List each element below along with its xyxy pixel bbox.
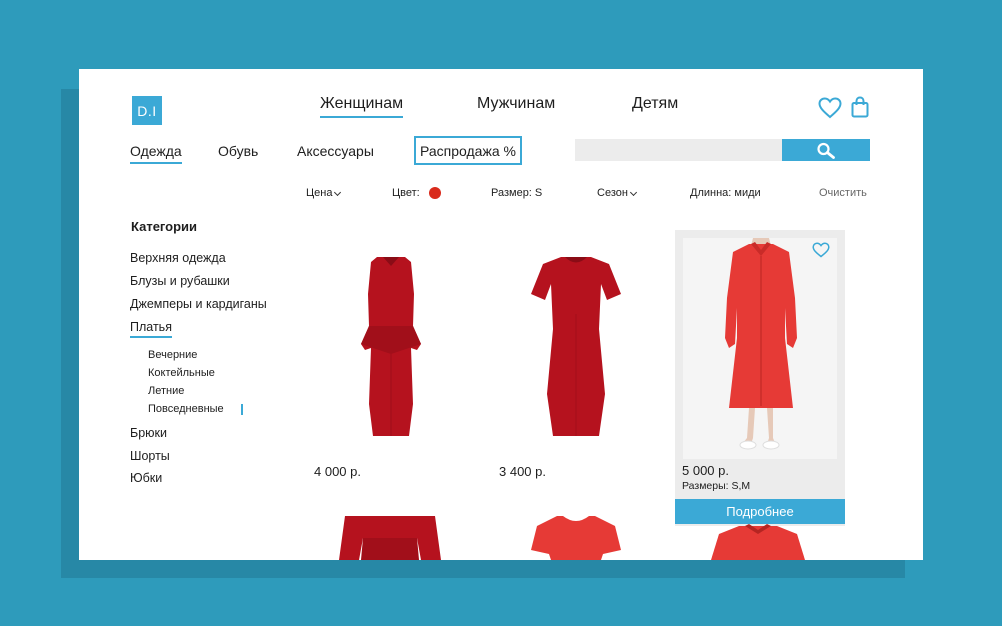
- filter-size[interactable]: Размер: S: [491, 187, 542, 199]
- main-nav-women[interactable]: Женщинам: [320, 95, 404, 118]
- sub-nav-shoes[interactable]: Обувь: [218, 143, 258, 162]
- active-subcategory-marker: [241, 404, 243, 415]
- category-trousers[interactable]: Брюки: [130, 426, 167, 440]
- subcategory-casual[interactable]: Повседневные: [148, 403, 224, 415]
- favorites-heart-icon[interactable]: [818, 97, 842, 119]
- search-icon: [817, 142, 835, 159]
- main-nav-men[interactable]: Мужчинам: [477, 95, 555, 116]
- sub-nav-clothing[interactable]: Одежда: [130, 143, 182, 164]
- category-outerwear[interactable]: Верхняя одежда: [130, 251, 226, 265]
- clear-filters-link[interactable]: Очистить: [819, 187, 867, 199]
- product-image-sheath-dress[interactable]: [527, 254, 625, 439]
- sub-nav-accessories[interactable]: Аксессуары: [297, 143, 374, 162]
- details-button[interactable]: Подробнее: [675, 499, 845, 524]
- subcategory-cocktail[interactable]: Коктейльные: [148, 367, 215, 379]
- product-price: 5 000 р.: [682, 463, 729, 478]
- add-to-favorites-heart-icon[interactable]: [812, 242, 830, 258]
- chevron-down-icon: [334, 188, 342, 196]
- filter-season[interactable]: Сезон: [597, 187, 637, 199]
- categories-title: Категории: [131, 219, 198, 234]
- category-jumpers[interactable]: Джемперы и кардиганы: [130, 297, 267, 311]
- product-sizes: Размеры: S,M: [682, 480, 751, 492]
- filter-length[interactable]: Длинна: миди: [690, 187, 761, 199]
- product-image-off-shoulder-dress[interactable]: [337, 514, 443, 560]
- shop-page: D.I Женщинам Мужчинам Детям Одежда Обувь…: [79, 69, 923, 560]
- search-button[interactable]: [782, 139, 870, 161]
- product-image-peplum-dress[interactable]: [351, 254, 431, 439]
- sub-nav-sale[interactable]: Распродажа %: [414, 136, 522, 165]
- category-blouses[interactable]: Блузы и рубашки: [130, 274, 230, 288]
- category-shorts[interactable]: Шорты: [130, 449, 170, 463]
- filter-price[interactable]: Цена: [306, 187, 342, 199]
- chevron-down-icon: [629, 188, 637, 196]
- filter-season-label: Сезон: [597, 187, 628, 199]
- subcategory-evening[interactable]: Вечерние: [148, 349, 197, 361]
- subcategory-summer[interactable]: Летние: [148, 385, 184, 397]
- shopping-bag-icon[interactable]: [851, 96, 869, 118]
- product-image-cap-sleeve-dress[interactable]: [529, 514, 623, 560]
- filter-price-label: Цена: [306, 187, 333, 199]
- filter-color-label: Цвет:: [392, 187, 420, 199]
- category-skirts[interactable]: Юбки: [130, 471, 162, 485]
- selected-color-swatch: [428, 187, 441, 199]
- filter-color[interactable]: Цвет:: [392, 187, 441, 199]
- main-nav: Женщинам Мужчинам Детям: [79, 95, 923, 119]
- product-image-shirt-dress[interactable]: [711, 238, 811, 453]
- product-price: 4 000 р.: [314, 464, 361, 479]
- main-nav-kids[interactable]: Детям: [632, 95, 678, 116]
- product-price: 3 400 р.: [499, 464, 546, 479]
- category-dresses[interactable]: Платья: [130, 320, 172, 338]
- search-input[interactable]: [575, 139, 782, 161]
- product-image-collared-dress[interactable]: [709, 524, 807, 560]
